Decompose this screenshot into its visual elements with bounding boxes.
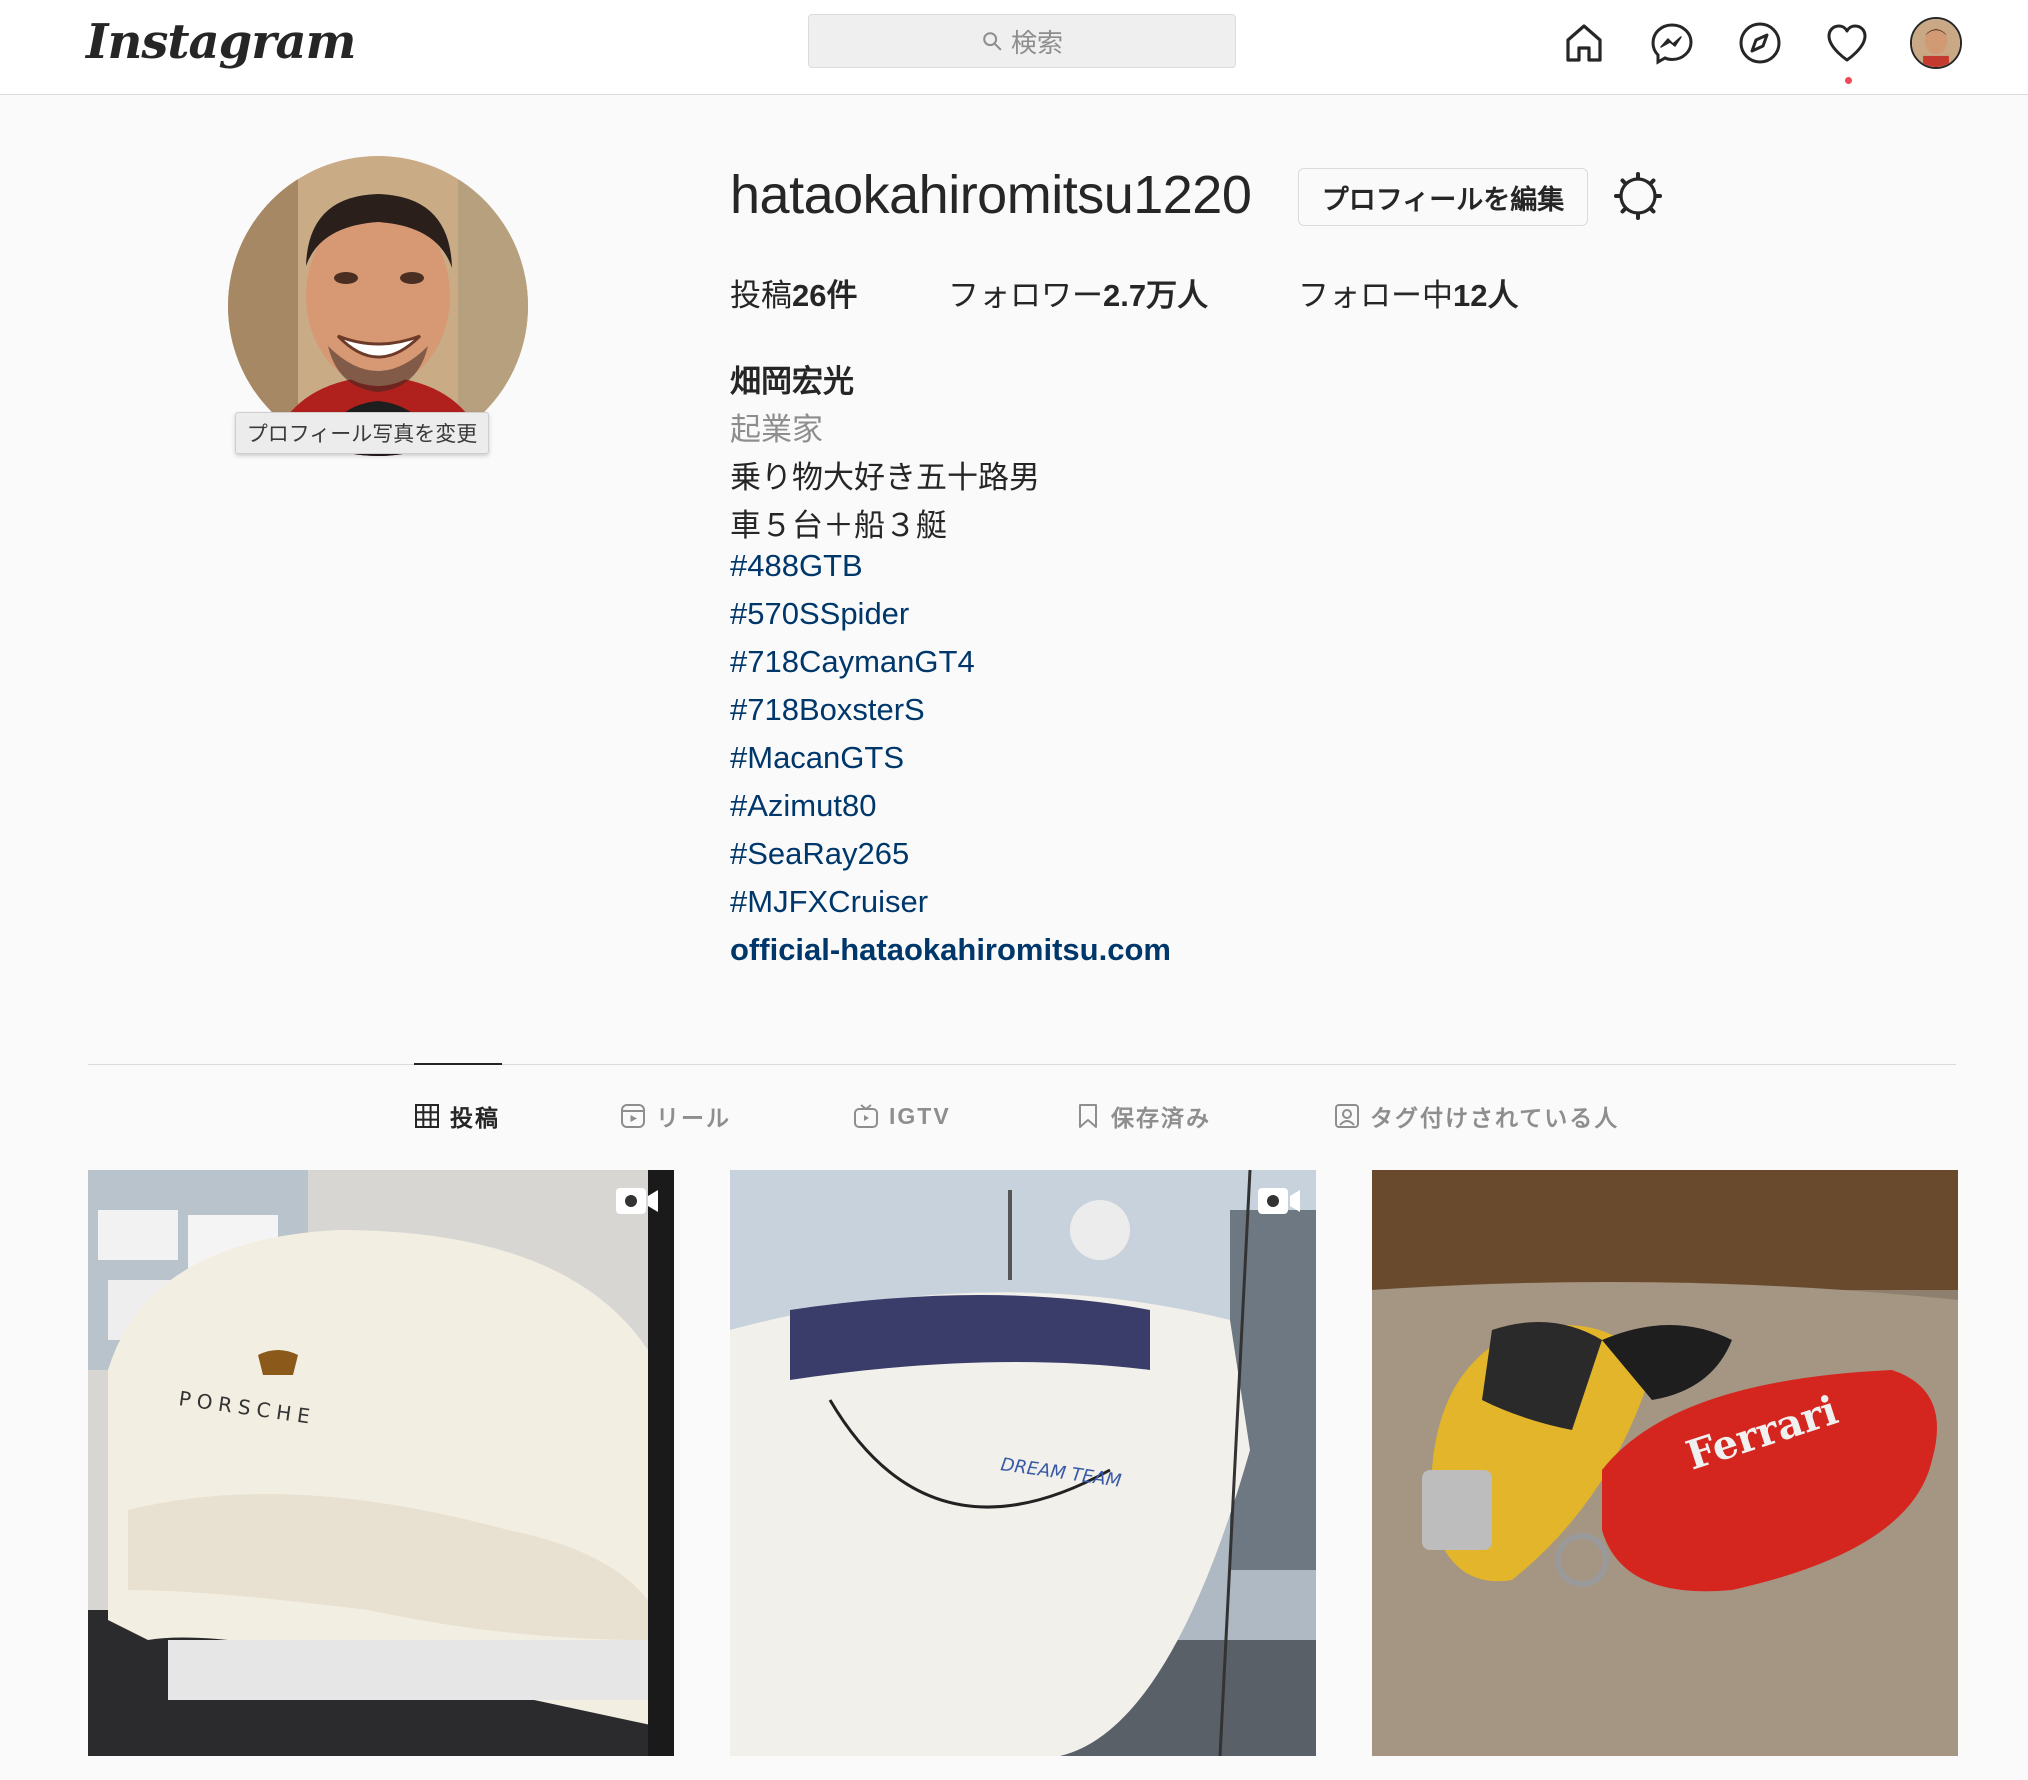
explore-icon[interactable] [1735,18,1785,68]
posts-label: 投稿 [730,278,792,313]
reels-icon [621,1104,645,1128]
search-input[interactable]: 検索 [808,14,1236,68]
post-image-car-keys: Ferrari [1372,1170,1958,1756]
post-thumbnail[interactable]: Ferrari [1372,1170,1958,1756]
bio-text-line: 車５台＋船３艇 [730,508,947,543]
change-photo-tooltip: プロフィール写真を変更 [235,412,489,454]
bio-category: 起業家 [730,412,823,447]
following-label: フォロー中 [1298,278,1453,313]
home-icon[interactable] [1559,18,1609,68]
bio-hashtag-link[interactable]: #718CaymanGT4 [730,644,975,680]
followers-count[interactable]: フォロワー2.7万人 [948,270,1208,315]
bio-hashtag-link[interactable]: #718BoxsterS [730,692,925,728]
tabs-divider [88,1064,1956,1065]
bio-hashtag-link[interactable]: #Azimut80 [730,788,876,824]
active-tab-indicator [414,1063,502,1065]
bio-full-name: 畑岡宏光 [730,364,854,399]
edit-profile-button[interactable]: プロフィールを編集 [1298,168,1588,226]
top-navigation-bar: Instagram 検索 [0,0,2028,95]
activity-heart-icon[interactable] [1822,18,1872,68]
bio-hashtag-link[interactable]: #SeaRay265 [730,836,909,872]
search-icon [983,32,1002,51]
tab-saved[interactable]: 保存済み [1075,1098,1211,1134]
tab-tagged[interactable]: タグ付けされている人 [1334,1098,1619,1134]
bio-text-line: 乗り物大好き五十路男 [730,460,1040,495]
bio-hashtag-link[interactable]: #488GTB [730,548,863,584]
posts-count: 投稿26件 [730,270,857,315]
bio-hashtag-link[interactable]: #MJFXCruiser [730,884,928,920]
settings-gear-icon[interactable] [1612,170,1664,222]
bio-hashtag-link[interactable]: #MacanGTS [730,740,904,776]
notification-dot [1845,77,1852,84]
tab-label: 投稿 [450,1105,500,1131]
tab-label: 保存済み [1111,1105,1211,1131]
tab-reels[interactable]: リール [620,1098,731,1134]
tab-igtv[interactable]: IGTV [853,1098,951,1134]
tab-label: IGTV [889,1102,951,1129]
following-count[interactable]: フォロー中12人 [1298,270,1518,315]
tab-posts[interactable]: 投稿 [414,1098,500,1134]
tab-label: タグ付けされている人 [1370,1105,1620,1131]
igtv-icon [854,1104,878,1128]
profile-picture[interactable] [228,156,528,456]
messenger-icon[interactable] [1647,18,1697,68]
post-thumbnail[interactable]: PORSCHE [88,1170,674,1756]
following-value: 12人 [1453,278,1519,313]
tab-label: リール [656,1105,731,1131]
post-image-covered-car: PORSCHE [88,1170,674,1756]
followers-value: 2.7万人 [1103,278,1209,313]
tagged-icon [1335,1104,1359,1128]
bio-hashtag-link[interactable]: #570SSpider [730,596,909,632]
post-image-yacht: DREAM TEAM [730,1170,1316,1756]
followers-label: フォロワー [948,278,1103,313]
video-badge-icon [616,1188,658,1214]
grid-icon [415,1104,439,1128]
bio-website-link[interactable]: official-hataokahiromitsu.com [730,932,1171,968]
post-thumbnail[interactable]: DREAM TEAM [730,1170,1316,1756]
instagram-logo[interactable]: Instagram [86,14,356,70]
video-badge-icon [1258,1188,1300,1214]
profile-username: hataokahiromitsu1220 [730,165,1252,225]
bookmark-icon [1079,1104,1097,1128]
search-placeholder: 検索 [1010,27,1063,58]
profile-avatar[interactable] [1910,17,1962,69]
posts-value: 26件 [792,278,858,313]
